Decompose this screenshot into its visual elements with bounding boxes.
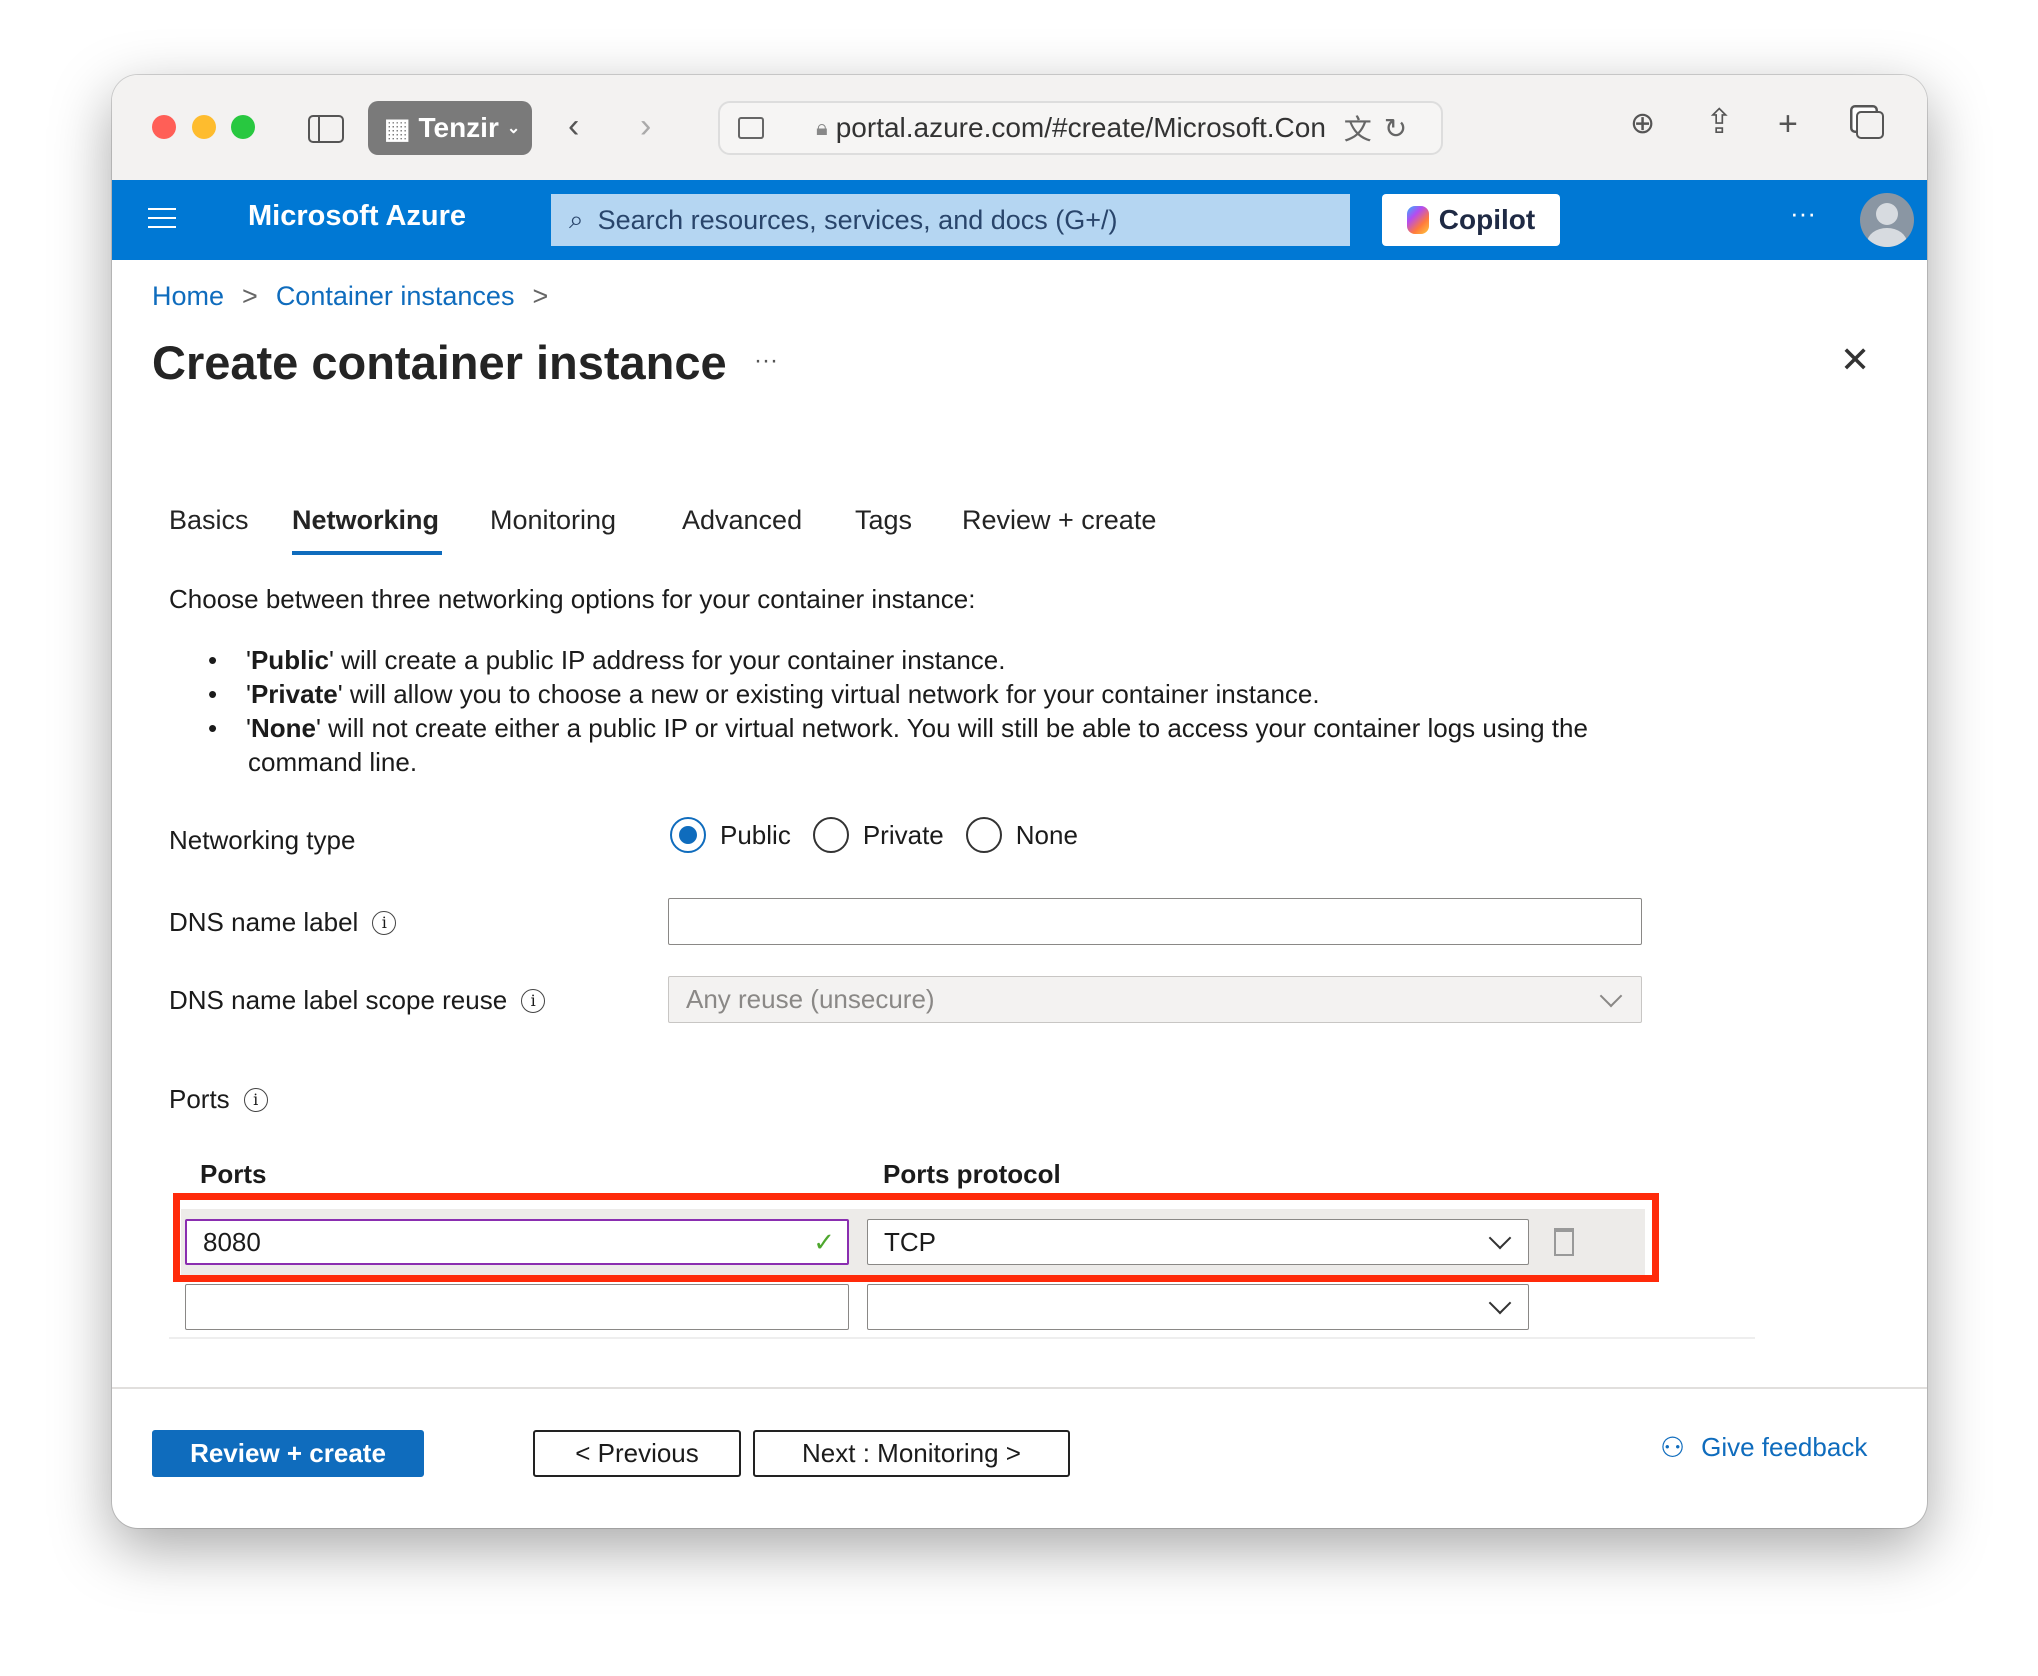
footer-divider bbox=[112, 1387, 1927, 1389]
list-item: • 'None' will not create either a public… bbox=[208, 713, 1588, 743]
highlight-box bbox=[173, 1193, 1659, 1282]
tab-basics[interactable]: Basics bbox=[169, 505, 249, 536]
profile-tab-group[interactable]: ▦ Tenzir ⌄ bbox=[368, 101, 532, 155]
active-tab-indicator bbox=[292, 551, 442, 555]
tab-overview-icon[interactable] bbox=[1856, 111, 1884, 139]
chevron-down-icon bbox=[1488, 1291, 1512, 1315]
address-bar[interactable]: 🔒︎ portal.azure.com/#create/Microsoft.Co… bbox=[718, 101, 1443, 155]
building-icon: ▦ bbox=[384, 112, 411, 144]
tab-advanced[interactable]: Advanced bbox=[682, 505, 802, 536]
chevron-down-icon: ⌄ bbox=[506, 120, 521, 137]
page-more-button[interactable]: ··· bbox=[754, 347, 778, 375]
browser-toolbar: ▦ Tenzir ⌄ ‹ › 🔒︎ portal.azure.com/#create… bbox=[112, 75, 1927, 180]
protocol-select-empty[interactable] bbox=[867, 1284, 1529, 1330]
radio-none[interactable] bbox=[965, 817, 1002, 853]
share-icon[interactable]: ⇪ bbox=[1705, 105, 1734, 139]
tab-networking[interactable]: Networking bbox=[292, 505, 439, 536]
divider bbox=[169, 1337, 1755, 1339]
hamburger-menu-icon[interactable] bbox=[148, 208, 176, 228]
download-icon[interactable]: ⊕ bbox=[1630, 109, 1655, 139]
info-icon[interactable]: i bbox=[372, 910, 397, 935]
copilot-button[interactable]: Copilot bbox=[1382, 194, 1560, 246]
list-item: • 'Private' will allow you to choose a n… bbox=[208, 679, 1320, 709]
networking-description: Choose between three networking options … bbox=[169, 584, 976, 614]
radio-public[interactable] bbox=[670, 817, 706, 853]
global-search-input[interactable]: ⌕ Search resources, services, and docs (G… bbox=[551, 194, 1350, 246]
ports-section-row: Ports i bbox=[169, 1084, 268, 1115]
forward-icon[interactable]: › bbox=[640, 109, 651, 143]
review-create-button[interactable]: Review + create bbox=[152, 1430, 424, 1477]
dns-scope-reuse-select[interactable]: Any reuse (unsecure) bbox=[668, 976, 1642, 1023]
info-icon[interactable]: i bbox=[243, 1087, 268, 1112]
breadcrumb: Home > Container instances > bbox=[152, 281, 549, 312]
breadcrumb-home[interactable]: Home bbox=[152, 281, 224, 312]
info-icon[interactable]: i bbox=[521, 988, 546, 1013]
ports-column-header: Ports bbox=[200, 1159, 267, 1189]
tab-review-create[interactable]: Review + create bbox=[962, 505, 1156, 536]
azure-top-bar: Microsoft Azure ⌕ Search resources, servi… bbox=[112, 180, 1927, 260]
dns-scope-row: DNS name label scope reuse i bbox=[169, 985, 546, 1016]
feedback-icon: ⚇ bbox=[1660, 1432, 1686, 1463]
list-item: • 'Public' will create a public IP addre… bbox=[208, 645, 1006, 675]
networking-type-radio-group: Public Private None bbox=[670, 817, 1078, 853]
previous-button[interactable]: < Previous bbox=[533, 1430, 741, 1477]
translate-icon[interactable]: 文 bbox=[1344, 108, 1372, 148]
next-button[interactable]: Next : Monitoring > bbox=[753, 1430, 1070, 1477]
networking-type-label: Networking type bbox=[169, 825, 356, 855]
tab-monitoring[interactable]: Monitoring bbox=[490, 505, 616, 536]
minimize-window-button[interactable] bbox=[192, 115, 216, 139]
page-menu-icon[interactable] bbox=[738, 117, 764, 139]
protocol-column-header: Ports protocol bbox=[883, 1159, 1061, 1189]
options-list: • 'Public' will create a public IP addre… bbox=[208, 645, 1588, 777]
close-icon[interactable]: ✕ bbox=[1840, 339, 1870, 381]
radio-private[interactable] bbox=[812, 817, 849, 853]
more-options-button[interactable]: ··· bbox=[1790, 198, 1816, 229]
new-tab-icon[interactable]: + bbox=[1778, 107, 1798, 141]
browser-window: ▦ Tenzir ⌄ ‹ › 🔒︎ portal.azure.com/#create… bbox=[112, 75, 1927, 1528]
tab-tags[interactable]: Tags bbox=[855, 505, 912, 536]
dns-label-row: DNS name label i bbox=[169, 907, 397, 938]
zoom-window-button[interactable] bbox=[231, 115, 255, 139]
breadcrumb-container-instances[interactable]: Container instances bbox=[276, 281, 515, 312]
chevron-down-icon bbox=[1599, 984, 1623, 1007]
dns-name-label-input[interactable] bbox=[668, 898, 1642, 945]
search-icon: ⌕ bbox=[569, 204, 584, 234]
close-window-button[interactable] bbox=[152, 115, 176, 139]
page-title: Create container instance bbox=[152, 336, 727, 389]
back-icon[interactable]: ‹ bbox=[568, 109, 579, 143]
reload-icon[interactable]: ↻ bbox=[1384, 112, 1407, 145]
copilot-icon bbox=[1406, 206, 1429, 234]
sidebar-toggle-icon[interactable] bbox=[308, 115, 344, 143]
lock-icon: 🔒︎ bbox=[816, 115, 828, 140]
azure-brand[interactable]: Microsoft Azure bbox=[248, 200, 466, 233]
port-input-empty[interactable] bbox=[185, 1284, 849, 1330]
avatar[interactable] bbox=[1860, 193, 1914, 247]
give-feedback-link[interactable]: ⚇ Give feedback bbox=[1660, 1431, 1867, 1464]
